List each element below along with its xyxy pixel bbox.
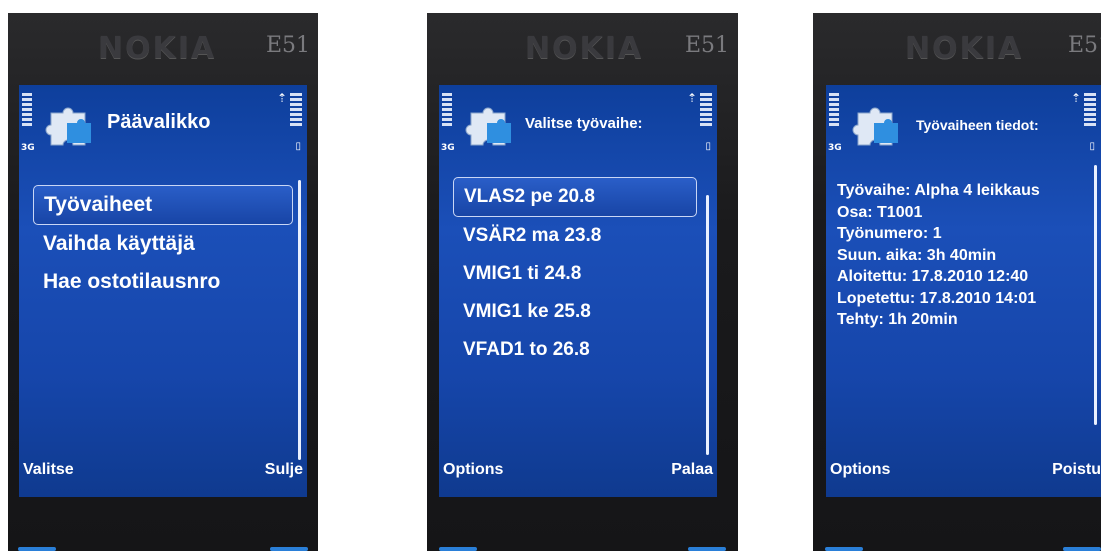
task-item[interactable]: VMIG1 ke 25.8 — [453, 293, 697, 331]
right-softkey[interactable]: Palaa — [671, 461, 713, 479]
left-key-light — [439, 547, 477, 551]
battery-level-icon — [290, 93, 302, 128]
phone-screen: 3G ⇡ ▯ Päävalikko Työvaiheet Vaihda käyt… — [19, 85, 307, 497]
signal-strength-icon — [829, 93, 839, 128]
scrollbar[interactable] — [706, 195, 709, 455]
battery-level-icon — [700, 93, 712, 128]
signal-strength-icon — [442, 93, 452, 128]
task-item[interactable]: VMIG1 ti 24.8 — [453, 255, 697, 293]
task-item[interactable]: VSÄR2 ma 23.8 — [453, 217, 697, 255]
scrollbar[interactable] — [298, 180, 301, 460]
brand-logo: NOKIA — [905, 31, 1024, 66]
main-menu-list: Työvaiheet Vaihda käyttäjä Hae ostotilau… — [33, 185, 293, 301]
network-type: 3G — [21, 143, 35, 153]
phone-main-menu: NOKIA E51 3G ⇡ ▯ Päävalikko Työvaiheet V… — [8, 13, 318, 551]
right-softkey[interactable]: Poistu — [1052, 461, 1101, 479]
menu-item-vaihda-kayttaja[interactable]: Vaihda käyttäjä — [33, 225, 293, 263]
detail-job-number: Työnumero: 1 — [837, 225, 942, 242]
menu-item-tyovaiheet[interactable]: Työvaiheet — [33, 185, 293, 225]
screen-title: Valitse työvaihe: — [525, 115, 643, 132]
detail-task: Työvaihe: Alpha 4 leikkaus — [837, 182, 1040, 199]
detail-part: Osa: T1001 — [837, 203, 923, 221]
puzzle-piece-icon — [45, 107, 91, 146]
battery-indicator: ▯ — [1089, 141, 1095, 152]
right-key-light — [1063, 547, 1101, 551]
puzzle-piece-icon — [465, 107, 511, 146]
network-type: 3G — [441, 143, 455, 153]
left-softkey[interactable]: Valitse — [23, 461, 74, 479]
right-key-light — [270, 547, 308, 551]
data-transfer-icon: ⇡ — [1070, 91, 1081, 105]
signal-strength-icon — [22, 93, 32, 128]
right-softkey[interactable]: Sulje — [265, 461, 303, 479]
battery-indicator: ▯ — [295, 141, 301, 152]
model-label: E51 — [685, 33, 730, 58]
data-transfer-icon: ⇡ — [686, 91, 697, 105]
data-transfer-icon: ⇡ — [276, 91, 287, 105]
puzzle-piece-icon — [852, 107, 898, 146]
task-list: VLAS2 pe 20.8 VSÄR2 ma 23.8 VMIG1 ti 24.… — [453, 177, 697, 369]
phone-screen: 3G ⇡ ▯ Valitse työvaihe: VLAS2 pe 20.8 V… — [439, 85, 717, 497]
phone-task-details: NOKIA E51 3G ⇡ ▯ Työvaiheen tiedot: Työv… — [813, 13, 1101, 551]
model-label: E51 — [1068, 33, 1101, 58]
right-key-light — [688, 547, 726, 551]
screen-title: Työvaiheen tiedot: — [916, 117, 1039, 133]
detail-planned-time: Suun. aika: 3h 40min — [837, 246, 997, 264]
screen-title: Päävalikko — [107, 111, 211, 133]
left-softkey[interactable]: Options — [830, 461, 890, 479]
left-key-light — [825, 547, 863, 551]
brand-logo: NOKIA — [98, 31, 217, 66]
network-type: 3G — [828, 143, 842, 153]
battery-indicator: ▯ — [705, 141, 711, 152]
left-key-light — [18, 547, 56, 551]
detail-finished: Lopetettu: 17.8.2010 14:01 — [837, 289, 1037, 307]
menu-item-hae-ostotilausnro[interactable]: Hae ostotilausnro — [33, 263, 293, 301]
task-details: Työvaihe: Alpha 4 leikkaus Osa: T1001 Ty… — [837, 180, 1087, 331]
scrollbar[interactable] — [1094, 165, 1097, 425]
brand-logo: NOKIA — [525, 31, 644, 66]
detail-done: Tehty: 1h 20min — [837, 311, 958, 328]
task-item[interactable]: VLAS2 pe 20.8 — [453, 177, 697, 217]
phone-select-task: NOKIA E51 3G ⇡ ▯ Valitse työvaihe: VLAS2… — [427, 13, 738, 551]
task-item[interactable]: VFAD1 to 26.8 — [453, 331, 697, 369]
battery-level-icon — [1084, 93, 1096, 128]
model-label: E51 — [266, 33, 311, 58]
phone-screen: 3G ⇡ ▯ Työvaiheen tiedot: Työvaihe: Alph… — [826, 85, 1101, 497]
left-softkey[interactable]: Options — [443, 461, 503, 479]
detail-started: Aloitettu: 17.8.2010 12:40 — [837, 268, 1029, 285]
